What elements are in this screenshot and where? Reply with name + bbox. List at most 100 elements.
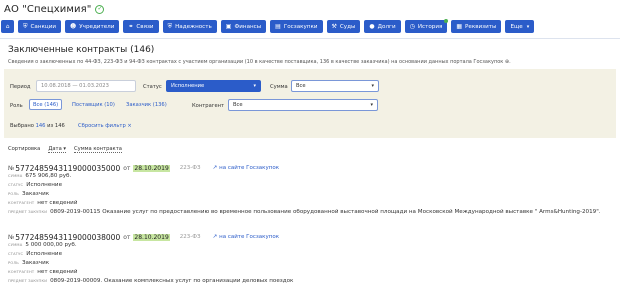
sort-label: Сортировка [8,146,41,152]
contract-counterparty: нет сведений [37,200,78,206]
external-link-icon: ↗ [212,165,218,171]
contract-subject: 0809-2019-00115 Оказание услуг по предос… [50,209,601,215]
chevron-down-icon: ▾ [370,102,373,108]
status-label: Статус [143,84,162,90]
contract-role: Заказчик [21,260,50,266]
check-shield-icon: ⛨ [167,22,173,30]
contract-date-prefix: от [123,164,131,172]
contract-subject: 0809-2019-00009. Оказание комплексных ус… [50,278,294,284]
nav-finance-button[interactable]: ▣ Финансы [220,20,267,33]
nav-sanctions-button[interactable]: ⛨ Санкции [18,20,61,33]
selected-count: Выбрано 146 из 146 [10,123,65,129]
role-label: Роль [10,103,23,109]
divider [0,38,620,39]
nav-founders-button[interactable]: ☻ Учредители [64,20,120,33]
nav-label: Суды [339,23,356,30]
sort-by-date[interactable]: Дата ▾ [48,146,67,153]
contract-status: Исполнение [26,251,63,257]
period-value: 10.08.2018 — 01.03.2023 [41,83,109,89]
role-field-label: роль [8,192,19,196]
counterparty-value: Все [233,102,243,108]
contract-card: № 5772485943119000035000 от 28.10.2019 2… [8,163,608,218]
contract-law: 223-ФЗ [179,234,201,240]
nav-label: Еще [510,23,523,30]
selected-prefix: Выбрано [10,123,34,129]
contract-card: № 5772485943119000038000 от 28.10.2019 2… [8,232,608,287]
nav-procurement-button[interactable]: ▤ Госзакупки [270,20,323,33]
subject-field-label: предмет закупки [8,279,48,283]
document-icon: ▦ [456,23,463,30]
link-icon: ⚭ [128,23,134,30]
sum-select[interactable]: Все ▾ [291,80,379,92]
nav-label: История [417,23,443,30]
nav-history-button[interactable]: ◷ История [404,19,449,33]
online-dot [444,19,449,23]
gov-procurement-link-label: на сайте Госзакупок [219,165,280,171]
role-tab-supplier[interactable]: Поставщик (10) [69,99,118,110]
chevron-down-icon: ▾ [371,83,374,89]
counterparty-label: Контрагент [192,103,225,109]
role-tab-all[interactable]: Все (146) [29,99,63,110]
section-title: Заключенные контракты (146) [8,45,155,55]
period-input[interactable]: 10.08.2018 — 01.03.2023 [36,80,136,92]
status-value: Исполнение [171,83,205,89]
status-field-label: статус [8,252,24,256]
sort-row: Сортировка Дата ▾ Сумма контракта [8,146,122,153]
section-description: Сведения о заключенных по 44-ФЗ, 223-ФЗ … [8,59,511,65]
nav-label: Надежность [175,23,212,30]
nav-courts-button[interactable]: ⚒ Суды [326,20,361,33]
chevron-down-icon: ▾ [526,23,530,30]
nav-requisites-button[interactable]: ▦ Реквизиты [451,20,502,33]
nav-reliability-button[interactable]: ⛨ Надежность [162,20,217,33]
selected-suffix: из 146 [47,123,65,129]
contract-date: 28.10.2019 [133,233,170,241]
verified-check-icon: ✓ [95,4,105,14]
nav-label: Связи [136,23,154,30]
contract-date-prefix: от [123,233,131,241]
gov-procurement-link[interactable]: ↗ на сайте Госзакупок [213,234,280,240]
sum-label: Сумма [270,84,288,90]
home-button[interactable]: ⌂ [1,20,14,33]
sort-by-sum[interactable]: Сумма контракта [74,146,122,153]
nav-label: Реквизиты [465,23,497,30]
gavel-icon: ⚒ [331,23,337,30]
contract-law: 223-ФЗ [179,165,201,171]
gov-procurement-link-label: на сайте Госзакупок [219,234,280,240]
home-icon: ⌂ [5,23,10,30]
contract-date: 28.10.2019 [133,164,170,172]
status-select[interactable]: Исполнение ▾ [166,80,261,92]
contract-role: Заказчик [21,191,50,197]
chevron-down-icon: ▾ [253,83,256,89]
role-field-label: роль [8,261,19,265]
status-field-label: статус [8,183,24,187]
reset-filter-link[interactable]: Сбросить фильтр × [78,123,132,129]
external-link-icon: ↗ [212,234,218,240]
coins-icon: ● [369,23,375,30]
company-title: АО "Спецхимия" [4,3,92,15]
sum-field-label: сумма [8,174,23,178]
counterparty-select[interactable]: Все ▾ [228,99,378,111]
nav-debts-button[interactable]: ● Долги [364,20,401,33]
contract-sum: 675 906,80 руб. [25,173,72,179]
period-label: Период [10,84,31,90]
nav-label: Долги [377,23,396,30]
briefcase-icon: ▣ [225,23,232,30]
role-tab-customer[interactable]: Заказчик (136) [123,99,170,110]
nav-label: Финансы [234,23,262,30]
subject-field-label: предмет закупки [8,210,48,214]
contract-no-prefix: № [8,233,15,241]
shield-icon: ⛨ [23,22,28,30]
counterparty-field-label: контрагент [8,201,35,205]
sum-field-label: сумма [8,243,23,247]
nav-links-button[interactable]: ⚭ Связи [123,20,159,33]
selected-number: 146 [35,123,46,129]
nav-label: Госзакупки [283,23,318,30]
contract-number[interactable]: 5772485943119000038000 [15,233,120,242]
contract-number[interactable]: 5772485943119000035000 [15,164,120,173]
nav-more-button[interactable]: Еще ▾ [505,20,535,33]
gov-procurement-link[interactable]: ↗ на сайте Госзакупок [213,165,280,171]
contract-sum: 5 000 000,00 руб. [25,242,77,248]
section-nav: ⌂ ⛨ Санкции ☻ Учредители ⚭ Связи ⛨ Надеж… [1,19,535,33]
users-icon: ☻ [69,23,77,30]
filter-panel: Период 10.08.2018 — 01.03.2023 Статус Ис… [4,69,616,138]
